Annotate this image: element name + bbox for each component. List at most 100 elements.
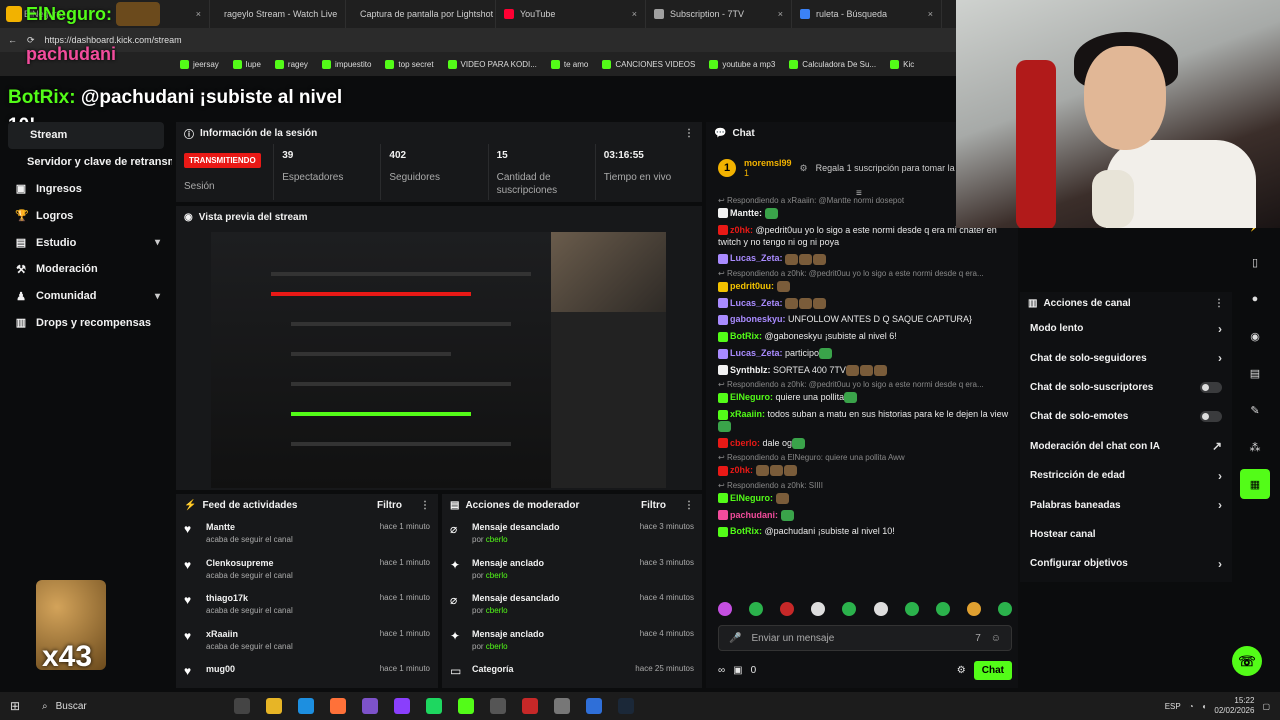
kebab-menu-icon[interactable]: ⋮ [420, 500, 430, 511]
bookmark-item[interactable]: ragey [274, 59, 308, 69]
chat-send-button[interactable]: Chat [973, 660, 1012, 680]
feed-row[interactable]: ♥ thiago17k acaba de seguir el canal hace 1… [176, 587, 438, 623]
chat-username[interactable]: z0hk: [730, 225, 753, 235]
quick-emote-icon[interactable] [749, 602, 764, 616]
quick-emote-icon[interactable] [873, 602, 888, 616]
sidebar-item[interactable]: ♟ Comunidad ▾ [0, 283, 172, 310]
stream-preview-video[interactable] [211, 232, 666, 488]
close-icon[interactable]: × [772, 9, 783, 19]
close-icon[interactable]: × [626, 9, 637, 19]
browser-tab[interactable]: rageylo Stream - Watch Live× [210, 0, 346, 28]
channel-action-item[interactable]: Hostear canal [1020, 520, 1232, 549]
edge-icon[interactable] [298, 698, 314, 714]
chat-username[interactable]: pedrit0uu: [730, 281, 774, 291]
taskbar-search[interactable]: ⌕ Buscar [36, 696, 226, 716]
obs-icon[interactable] [362, 698, 378, 714]
bookmark-item[interactable]: Kic [890, 59, 914, 69]
rail-nodes-icon[interactable]: ⁂ [1240, 432, 1270, 462]
rail-document-icon[interactable]: ▯ [1240, 247, 1270, 277]
emoji-icon[interactable]: ☺ [991, 633, 1001, 644]
gift-box-icon[interactable]: ▣ [733, 665, 742, 676]
infinity-points-icon[interactable]: ∞ [718, 665, 725, 676]
chat-username[interactable]: Lucas_Zeta: [730, 253, 783, 263]
app-blue-icon[interactable] [586, 698, 602, 714]
browser-tab[interactable]: ruleta - Búsqueda × [792, 0, 942, 28]
quick-emote-icon[interactable] [718, 602, 732, 616]
rail-wrench-icon[interactable]: ✎ [1240, 395, 1270, 425]
quick-emote-icon[interactable] [966, 602, 981, 616]
notification-icon[interactable]: ▢ [1262, 702, 1270, 711]
chat-message[interactable]: Lucas_Zeta: participo [718, 347, 1014, 359]
spotify-icon[interactable] [426, 698, 442, 714]
chat-message[interactable]: ↩ Respondiendo a z0hk: @pedrit0uu yo lo … [718, 380, 1014, 404]
toggle-switch[interactable] [1200, 411, 1222, 423]
close-icon[interactable]: × [922, 9, 933, 19]
mic-icon[interactable]: 🎤 [729, 633, 741, 644]
chat-username[interactable]: gaboneskyu: [730, 314, 786, 324]
chat-username[interactable]: pachudani: [730, 510, 778, 520]
task-view-icon[interactable] [234, 698, 250, 714]
channel-action-item[interactable]: Modo lento › [1020, 314, 1232, 343]
chat-message[interactable]: Lucas_Zeta: [718, 252, 1014, 265]
kebab-menu-icon[interactable]: ⋮ [1214, 298, 1224, 309]
wifi-icon[interactable]: ◔ [1189, 702, 1194, 711]
clock[interactable]: 15:22 02/02/2026 [1214, 696, 1254, 715]
chat-username[interactable]: ElNeguro: [730, 493, 773, 503]
app-red-icon[interactable] [522, 698, 538, 714]
settings-gear-icon[interactable]: ⚙ [957, 665, 966, 676]
chat-username[interactable]: cberlo: [730, 438, 760, 448]
chat-username[interactable]: BotRix: [730, 331, 762, 341]
channel-action-item[interactable]: Restricción de edad › [1020, 461, 1232, 490]
kick-icon[interactable] [458, 698, 474, 714]
channel-action-item[interactable]: Palabras baneadas › [1020, 490, 1232, 519]
chat-message[interactable]: pachudani: [718, 509, 1014, 521]
rail-chat-icon[interactable]: ● [1240, 284, 1270, 314]
channel-action-item[interactable]: Chat de solo-suscriptores [1020, 373, 1232, 402]
bookmark-item[interactable]: VIDEO PARA KODI... [447, 59, 537, 69]
chat-username[interactable]: xRaaiin: [730, 409, 765, 419]
app-icon[interactable] [490, 698, 506, 714]
browser-tab[interactable]: Subscription - 7TV × [646, 0, 792, 28]
tray-lang[interactable]: ESP [1165, 702, 1181, 711]
quick-emote-icon[interactable] [780, 602, 795, 616]
bookmark-item[interactable]: CANCIONES VIDEOS [602, 59, 695, 69]
channel-action-item[interactable]: Configurar objetivos › [1020, 549, 1232, 578]
chat-message[interactable]: BotRix: @pachudani ¡subiste al nivel 10! [718, 525, 1014, 537]
kebab-menu-icon[interactable]: ⋮ [684, 128, 694, 139]
chat-username[interactable]: BotRix: [730, 526, 762, 536]
quick-emote-icon[interactable] [842, 602, 857, 616]
feed-row[interactable]: ♥ Mantte acaba de seguir el canal hace 1 mi… [176, 516, 438, 552]
chat-message[interactable]: gaboneskyu: UNFOLLOW ANTES D Q SAQUE CAP… [718, 313, 1014, 326]
quick-emote-icon[interactable] [904, 602, 919, 616]
chat-message[interactable]: ↩ Respondiendo a z0hk: @pedrit0uu yo lo … [718, 269, 1014, 293]
bookmark-item[interactable]: Calculadora De Su... [789, 59, 876, 69]
rail-list-icon[interactable]: ▤ [1240, 358, 1270, 388]
chat-input[interactable]: 🎤 Enviar un mensaje 7 ☺ [718, 625, 1012, 651]
canva-icon[interactable] [394, 698, 410, 714]
chat-message[interactable]: BotRix: @gaboneskyu ¡subiste al nivel 6! [718, 330, 1014, 342]
close-icon[interactable]: × [190, 9, 201, 19]
feed-row[interactable]: ♥ mug00 hace 1 minuto [176, 658, 438, 694]
mod-action-row[interactable]: ⌀ Mensaje desanclado por cberlo hace 3 minu… [442, 516, 702, 552]
chat-message[interactable]: cberlo: dale og [718, 437, 1014, 449]
windows-start-icon[interactable]: ⊞ [10, 699, 20, 713]
sidebar-item[interactable]: 🏆 Logros [0, 202, 172, 229]
feed-row[interactable]: ♥ xRaaiin acaba de seguir el canal hace 1 m… [176, 623, 438, 659]
chat-message[interactable]: ↩ Respondiendo a ElNeguro: quiere una po… [718, 453, 1014, 477]
chat-message[interactable]: Synthblz: SORTEA 400 7TV [718, 364, 1014, 376]
firefox-icon[interactable] [330, 698, 346, 714]
feed-filter-button[interactable]: Filtro [377, 500, 402, 511]
quick-emote-icon[interactable] [935, 602, 950, 616]
channel-action-item[interactable]: Chat de solo-seguidores › [1020, 343, 1232, 372]
mod-action-row[interactable]: ✦ Mensaje anclado por cberlo hace 3 minutos [442, 552, 702, 588]
support-chat-icon[interactable]: ☏ [1232, 646, 1262, 676]
bookmark-item[interactable]: youtube a mp3 [709, 59, 775, 69]
channel-action-item[interactable]: Moderación del chat con IA ↗ [1020, 432, 1232, 461]
bookmark-item[interactable]: jeersay [180, 59, 219, 69]
app-grey-icon[interactable] [554, 698, 570, 714]
sidebar-item[interactable]: ▣ Ingresos [0, 176, 172, 203]
bookmark-item[interactable]: impuestito [321, 59, 371, 69]
volume-icon[interactable]: ◖ [1202, 702, 1207, 711]
toggle-switch[interactable] [1200, 381, 1222, 393]
quick-emote-icon[interactable] [997, 602, 1012, 616]
